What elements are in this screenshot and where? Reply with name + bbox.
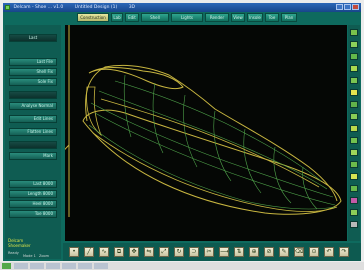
tab-construction[interactable]: Construction	[77, 13, 109, 22]
taskbar-item[interactable]	[30, 263, 44, 269]
taskbar-item[interactable]	[94, 263, 108, 269]
split-icon[interactable]: ⊘	[264, 247, 274, 257]
join-icon[interactable]: ⊕	[249, 247, 259, 257]
mirror-icon[interactable]: ⇋	[144, 247, 154, 257]
panel-separator	[9, 91, 57, 99]
tab-insole[interactable]: Insole	[247, 13, 263, 22]
tab-plan[interactable]: Plan	[281, 13, 297, 22]
tab-lights[interactable]: Lights	[171, 13, 203, 22]
taskbar-item[interactable]	[14, 263, 28, 269]
point-icon[interactable]: •	[69, 247, 79, 257]
mode-tab-bar: Construction Lab Edit Shell Lights Rende…	[77, 13, 359, 24]
last-field[interactable]: Last 8000	[9, 180, 57, 188]
title-bar: Delcam - Shoe ... v1.0 Untitled Design (…	[3, 3, 361, 12]
status-zoom: Zoom	[39, 254, 50, 258]
os-taskbar	[0, 262, 364, 270]
redo-icon[interactable]: ↷	[339, 247, 349, 257]
y-axis	[65, 144, 70, 151]
sole-fix-button[interactable]: Sole Fix	[9, 78, 57, 86]
tool-icon[interactable]	[350, 41, 358, 48]
right-toolbar	[348, 25, 360, 241]
tool-icon[interactable]	[350, 149, 358, 156]
panel-header: Last	[9, 34, 57, 42]
band-line	[92, 132, 338, 212]
tool-icon[interactable]	[350, 113, 358, 120]
trim-icon[interactable]: ✂	[204, 247, 214, 257]
title-app: Delcam - Shoe ... v1.0	[13, 5, 64, 10]
title-document: Untitled Design (1)	[74, 5, 118, 10]
curve-icon[interactable]: ∿	[99, 247, 109, 257]
extend-icon[interactable]: ⟶	[219, 247, 229, 257]
close-button[interactable]	[352, 4, 359, 10]
flatten-lines-button[interactable]: Flatten Lines	[9, 128, 57, 136]
pencil-icon[interactable]: ✎	[279, 247, 289, 257]
undo-icon[interactable]: ↶	[324, 247, 334, 257]
3d-viewport[interactable]	[65, 25, 347, 241]
tool-icon[interactable]	[350, 101, 358, 108]
band-line	[100, 98, 320, 188]
section-line	[273, 146, 292, 204]
offset-icon[interactable]: ⊃	[189, 247, 199, 257]
scale-icon[interactable]: ⤢	[159, 247, 169, 257]
panel-separator	[9, 141, 57, 149]
tab-shell[interactable]: Shell	[141, 13, 169, 22]
mesh-line	[94, 112, 336, 206]
rotate-icon[interactable]: ↻	[174, 247, 184, 257]
edit-lines-button[interactable]: Edit Lines	[9, 115, 57, 123]
taskbar-item[interactable]	[46, 263, 60, 269]
tool-icon[interactable]	[350, 173, 358, 180]
move-icon[interactable]: ✥	[129, 247, 139, 257]
status-mode: Mode 1	[23, 254, 36, 258]
flip-icon[interactable]: ⇅	[234, 247, 244, 257]
tool-icon[interactable]	[350, 29, 358, 36]
taskbar-item[interactable]	[78, 263, 92, 269]
mesh-line	[88, 124, 336, 210]
tool-icon[interactable]	[350, 65, 358, 72]
mesh-line	[98, 90, 328, 190]
shell-fix-button[interactable]: Shell Fix	[9, 68, 57, 76]
line-icon[interactable]: ╱	[84, 247, 94, 257]
analyse-normal-button[interactable]: Analyse Normal	[9, 102, 57, 110]
maximize-button[interactable]	[344, 4, 351, 10]
shoe-wireframe	[65, 25, 342, 217]
start-button[interactable]	[2, 263, 11, 269]
title-mode: 3D	[128, 5, 136, 10]
mark-button[interactable]: Mark	[9, 152, 57, 160]
taskbar-item[interactable]	[62, 263, 76, 269]
minimize-button[interactable]	[336, 4, 343, 10]
tab-toe[interactable]: Toe	[265, 13, 279, 22]
brand-line-2: Shoemaker	[8, 243, 31, 248]
zoom-icon[interactable]: ⊙	[309, 247, 319, 257]
length-field[interactable]: Length 8000	[9, 190, 57, 198]
status-text: Ready	[8, 251, 19, 255]
tool-icon[interactable]	[350, 197, 358, 204]
tool-icon[interactable]	[350, 77, 358, 84]
tool-icon[interactable]	[350, 221, 358, 228]
left-command-panel: Last Last File Shell Fix Sole Fix Analys…	[5, 25, 61, 259]
collar	[88, 67, 184, 90]
tool-icon[interactable]	[350, 185, 358, 192]
copy-icon[interactable]: ⧉	[114, 247, 124, 257]
tool-icon[interactable]	[350, 137, 358, 144]
tool-icon[interactable]	[350, 209, 358, 216]
tool-icon[interactable]	[350, 125, 358, 132]
tab-lab[interactable]: Lab	[111, 13, 123, 22]
brand-logo: Delcam Shoemaker	[8, 238, 31, 248]
tab-view[interactable]: View	[231, 13, 245, 22]
tool-icon[interactable]	[350, 53, 358, 60]
toe-field[interactable]: Toe 8000	[9, 210, 57, 218]
bottom-toolbar: • ╱ ∿ ⧉ ✥ ⇋ ⤢ ↻ ⊃ ✂ ⟶ ⇅ ⊕ ⊘ ✎ ⌫ ⊙ ↶ ↷	[63, 243, 361, 261]
tool-icon[interactable]	[350, 89, 358, 96]
tool-icon[interactable]	[350, 161, 358, 168]
eraser-icon[interactable]: ⌫	[294, 247, 304, 257]
application-window: Delcam - Shoe ... v1.0 Untitled Design (…	[3, 3, 361, 261]
section-line	[243, 128, 262, 194]
heel-field[interactable]: Heel 8000	[9, 200, 57, 208]
app-icon	[5, 5, 10, 10]
last-file-button[interactable]: Last File	[9, 58, 57, 66]
tab-edit[interactable]: Edit	[125, 13, 139, 22]
tab-render[interactable]: Render	[205, 13, 229, 22]
